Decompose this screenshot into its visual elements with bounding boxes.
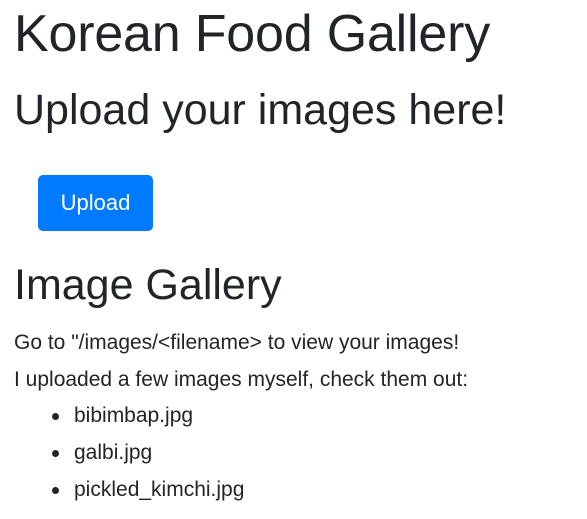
file-list: bibimbap.jpg galbi.jpg pickled_kimchi.jp… [52,402,244,513]
list-item: bibimbap.jpg [52,402,244,439]
file-name: pickled_kimchi.jpg [74,478,245,501]
file-name: bibimbap.jpg [74,404,194,427]
page-title: Korean Food Gallery [14,5,491,63]
gallery-instructions: Go to "/images/<filename> to view your i… [14,331,460,354]
upload-button[interactable]: Upload [38,175,153,231]
upload-heading: Upload your images here! [14,86,507,134]
list-item: pickled_kimchi.jpg [52,476,244,513]
bullet-icon [52,450,59,457]
gallery-intro: I uploaded a few images myself, check th… [14,368,469,391]
gallery-heading: Image Gallery [14,261,282,309]
list-item: galbi.jpg [52,439,244,476]
file-name: galbi.jpg [74,441,153,464]
bullet-icon [52,413,59,420]
bullet-icon [52,487,59,494]
